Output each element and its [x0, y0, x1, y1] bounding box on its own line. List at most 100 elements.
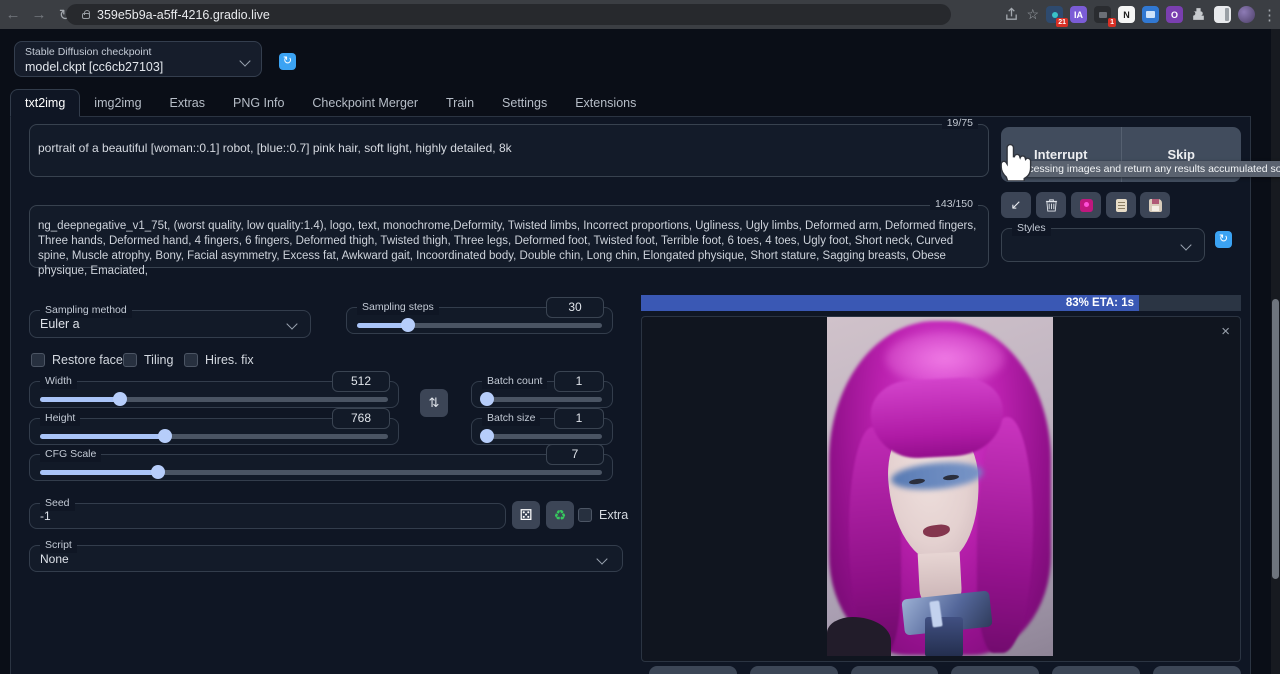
- batch-size-label: Batch size: [482, 411, 540, 426]
- reuse-seed-button[interactable]: ♻: [546, 501, 574, 529]
- slider-thumb[interactable]: [401, 318, 415, 332]
- refresh-checkpoints-button[interactable]: ↻: [279, 53, 296, 70]
- output-gallery[interactable]: ×: [641, 316, 1241, 662]
- batch-size-value[interactable]: 1: [554, 408, 604, 429]
- tab-png-info[interactable]: PNG Info: [219, 90, 298, 116]
- cfg-scale-slider[interactable]: CFG Scale 7: [29, 454, 613, 481]
- hires-fix-checkbox[interactable]: Hires. fix: [184, 353, 254, 367]
- gallery-action-buttons: [649, 666, 1241, 674]
- address-bar[interactable]: 359e5b9a-a5ff-4216.gradio.live: [66, 4, 951, 25]
- extra-seed-checkbox[interactable]: Extra: [578, 508, 628, 522]
- slider-thumb[interactable]: [480, 392, 494, 406]
- trash-icon: [1045, 198, 1058, 212]
- close-icon[interactable]: ×: [1221, 323, 1230, 340]
- scrollbar-thumb[interactable]: [1272, 299, 1279, 579]
- progress-bar: 83% ETA: 1s: [641, 295, 1241, 311]
- share-icon[interactable]: [1004, 7, 1019, 22]
- sampling-steps-label: Sampling steps: [357, 300, 439, 315]
- extension-notion-icon[interactable]: N: [1118, 6, 1135, 23]
- show-extra-networks-button[interactable]: [1071, 192, 1101, 218]
- cfg-scale-value[interactable]: 7: [546, 444, 604, 465]
- sampling-steps-slider[interactable]: Sampling steps 30: [346, 307, 613, 334]
- gallery-button[interactable]: [1052, 666, 1140, 674]
- tab-checkpoint-merger[interactable]: Checkpoint Merger: [298, 90, 432, 116]
- swap-arrows-icon: ⇅: [429, 395, 440, 411]
- checkbox-box[interactable]: [578, 508, 592, 522]
- tab-train[interactable]: Train: [432, 90, 488, 116]
- tab-settings[interactable]: Settings: [488, 90, 561, 116]
- tab-txt2img[interactable]: txt2img: [10, 89, 80, 117]
- slider-thumb[interactable]: [151, 465, 165, 479]
- batch-count-slider[interactable]: Batch count 1: [471, 381, 613, 408]
- batch-count-value[interactable]: 1: [554, 371, 604, 392]
- height-slider[interactable]: Height 768: [29, 418, 399, 445]
- gallery-button[interactable]: [951, 666, 1039, 674]
- apply-styles-button[interactable]: [1106, 192, 1136, 218]
- extension-pinned-icon[interactable]: 21: [1046, 6, 1063, 23]
- sampling-method-dropdown[interactable]: Sampling method Euler a: [29, 310, 311, 338]
- sampling-method-label: Sampling method: [40, 303, 132, 318]
- forward-icon[interactable]: →: [26, 6, 52, 23]
- tab-extras[interactable]: Extras: [156, 90, 219, 116]
- prompt-textarea[interactable]: 19/75 portrait of a beautiful [woman::0.…: [29, 124, 989, 177]
- side-panel-icon[interactable]: [1214, 6, 1231, 23]
- sampling-steps-value[interactable]: 30: [546, 297, 604, 318]
- batch-size-slider[interactable]: Batch size 1: [471, 418, 613, 445]
- checkbox-label: Extra: [599, 508, 628, 522]
- gallery-button[interactable]: [649, 666, 737, 674]
- extension-dark-icon[interactable]: 1: [1094, 6, 1111, 23]
- extensions-puzzle-icon[interactable]: [1190, 6, 1207, 23]
- styles-dropdown[interactable]: Styles: [1001, 228, 1205, 262]
- url-text[interactable]: 359e5b9a-a5ff-4216.gradio.live: [97, 8, 270, 22]
- paste-generation-params-button[interactable]: ↙: [1001, 192, 1031, 218]
- back-icon[interactable]: ←: [0, 6, 26, 23]
- checkpoint-label: Stable Diffusion checkpoint: [25, 46, 151, 58]
- checkbox-label: Hires. fix: [205, 353, 254, 367]
- slider-thumb[interactable]: [158, 429, 172, 443]
- gallery-button[interactable]: [1153, 666, 1241, 674]
- script-value: None: [40, 552, 69, 566]
- checkbox-box[interactable]: [31, 353, 45, 367]
- page-scrollbar[interactable]: [1271, 29, 1280, 674]
- extension-office-icon[interactable]: O: [1166, 6, 1183, 23]
- bookmark-star-icon[interactable]: ☆: [1026, 6, 1039, 23]
- tab-img2img[interactable]: img2img: [80, 90, 155, 116]
- restore-faces-checkbox[interactable]: Restore faces: [31, 353, 129, 367]
- sampling-method-value: Euler a: [40, 317, 80, 331]
- browser-menu-icon[interactable]: ⋮: [1262, 6, 1276, 24]
- chevron-down-icon: [286, 318, 297, 329]
- clear-prompt-button[interactable]: [1036, 192, 1066, 218]
- gallery-button[interactable]: [750, 666, 838, 674]
- mouse-cursor-hand: [993, 135, 1035, 181]
- checkpoint-dropdown[interactable]: Stable Diffusion checkpoint model.ckpt […: [14, 41, 262, 77]
- random-seed-button[interactable]: ⚄: [512, 501, 540, 529]
- extension-ia-icon[interactable]: IA: [1070, 6, 1087, 23]
- height-value[interactable]: 768: [332, 408, 390, 429]
- stable-diffusion-webui: ← → ↻ 359e5b9a-a5ff-4216.gradio.live ☆ 2…: [0, 0, 1280, 674]
- width-slider[interactable]: Width 512: [29, 381, 399, 408]
- checkbox-box[interactable]: [123, 353, 137, 367]
- generated-image-preview[interactable]: [827, 317, 1053, 656]
- extension-image-icon[interactable]: [1142, 6, 1159, 23]
- negative-prompt-textarea[interactable]: 143/150 ng_deepnegative_v1_75t, (worst q…: [29, 205, 989, 268]
- script-dropdown[interactable]: Script None: [29, 545, 623, 572]
- checkbox-label: Tiling: [144, 353, 173, 367]
- lock-icon: [82, 13, 90, 19]
- slider-thumb[interactable]: [113, 392, 127, 406]
- seed-value[interactable]: -1: [40, 509, 51, 523]
- profile-avatar[interactable]: [1238, 6, 1255, 23]
- tab-extensions[interactable]: Extensions: [561, 90, 650, 116]
- seed-input[interactable]: Seed -1: [29, 503, 506, 529]
- styles-label: Styles: [1012, 221, 1051, 236]
- swap-dimensions-button[interactable]: ⇅: [420, 389, 448, 417]
- checkbox-label: Restore faces: [52, 353, 129, 367]
- checkbox-box[interactable]: [184, 353, 198, 367]
- save-style-button[interactable]: [1140, 192, 1170, 218]
- tiling-checkbox[interactable]: Tiling: [123, 353, 173, 367]
- recycle-icon: ♻: [554, 507, 567, 524]
- txt2img-panel: 19/75 portrait of a beautiful [woman::0.…: [10, 117, 1251, 674]
- slider-thumb[interactable]: [480, 429, 494, 443]
- gallery-button[interactable]: [851, 666, 939, 674]
- refresh-styles-button[interactable]: ↻: [1215, 231, 1232, 248]
- width-value[interactable]: 512: [332, 371, 390, 392]
